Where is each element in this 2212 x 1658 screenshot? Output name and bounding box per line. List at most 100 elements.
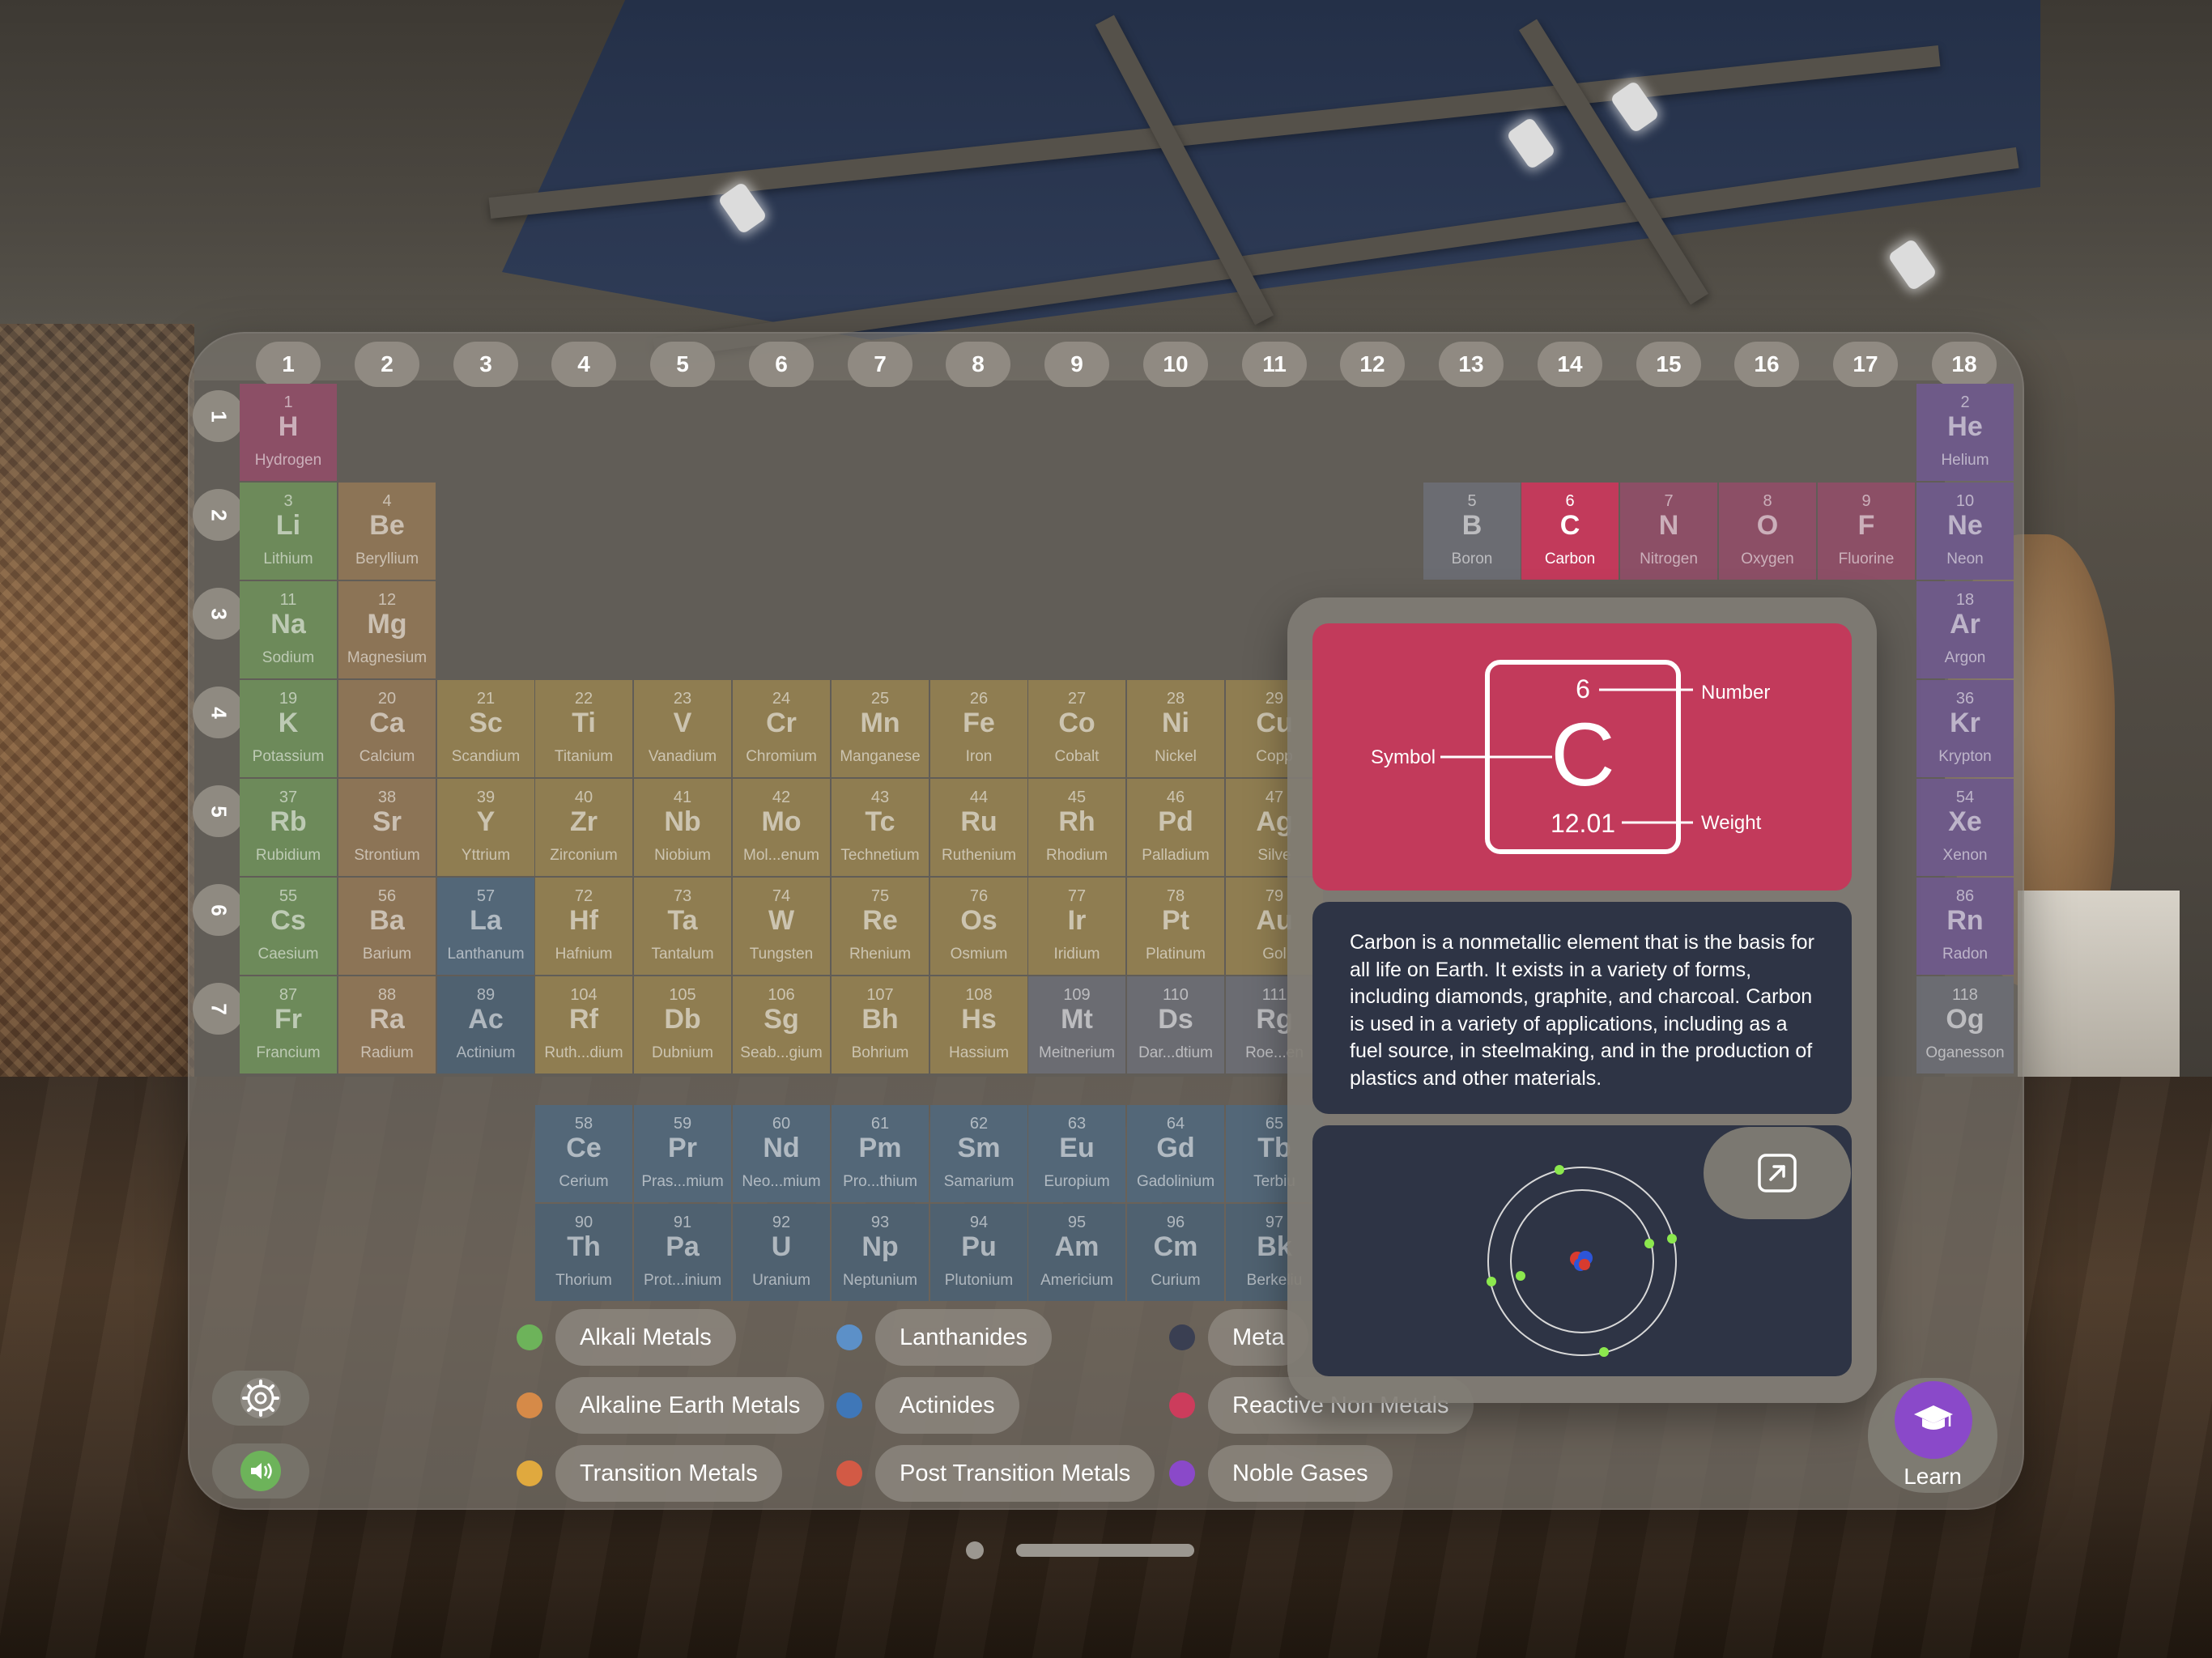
element-cell-bohrium[interactable]: 107 Bh Bohrium xyxy=(832,976,929,1073)
element-cell-krypton[interactable]: 36 Kr Krypton xyxy=(1916,680,2014,777)
element-cell-curium[interactable]: 96 Cm Curium xyxy=(1127,1204,1224,1301)
element-cell-molenum[interactable]: 42 Mo Mol...enum xyxy=(733,779,830,876)
element-cell-titanium[interactable]: 22 Ti Titanium xyxy=(535,680,632,777)
element-cell-lithium[interactable]: 3 Li Lithium xyxy=(240,483,337,580)
period-pill[interactable]: 5 xyxy=(193,785,245,837)
settings-button[interactable] xyxy=(212,1371,309,1426)
element-cell-potassium[interactable]: 19 K Potassium xyxy=(240,680,337,777)
element-cell-nitrogen[interactable]: 7 N Nitrogen xyxy=(1620,483,1717,580)
element-cell-magnesium[interactable]: 12 Mg Magnesium xyxy=(338,581,436,678)
element-cell-francium[interactable]: 87 Fr Francium xyxy=(240,976,337,1073)
element-cell-barium[interactable]: 56 Ba Barium xyxy=(338,878,436,975)
group-pill[interactable]: 9 xyxy=(1044,342,1109,387)
group-pill[interactable]: 16 xyxy=(1734,342,1799,387)
legend-post-transition-metals[interactable]: Post Transition Metals xyxy=(875,1445,1155,1502)
element-cell-palladium[interactable]: 46 Pd Palladium xyxy=(1127,779,1224,876)
group-pill[interactable]: 1 xyxy=(256,342,321,387)
element-cell-dubnium[interactable]: 105 Db Dubnium xyxy=(634,976,731,1073)
element-cell-argon[interactable]: 18 Ar Argon xyxy=(1916,581,2014,678)
element-cell-sodium[interactable]: 11 Na Sodium xyxy=(240,581,337,678)
element-cell-tantalum[interactable]: 73 Ta Tantalum xyxy=(634,878,731,975)
group-pill[interactable]: 4 xyxy=(551,342,616,387)
element-cell-calcium[interactable]: 20 Ca Calcium xyxy=(338,680,436,777)
element-cell-seabgium[interactable]: 106 Sg Seab...gium xyxy=(733,976,830,1073)
element-cell-zirconium[interactable]: 40 Zr Zirconium xyxy=(535,779,632,876)
element-cell-strontium[interactable]: 38 Sr Strontium xyxy=(338,779,436,876)
element-cell-nickel[interactable]: 28 Ni Nickel xyxy=(1127,680,1224,777)
element-cell-yttrium[interactable]: 39 Y Yttrium xyxy=(437,779,534,876)
legend-actinides[interactable]: Actinides xyxy=(875,1377,1019,1434)
element-cell-protinium[interactable]: 91 Pa Prot...inium xyxy=(634,1204,731,1301)
period-pill[interactable]: 6 xyxy=(193,884,245,936)
element-cell-samarium[interactable]: 62 Sm Samarium xyxy=(930,1105,1027,1202)
element-cell-hydrogen[interactable]: 1 H Hydrogen xyxy=(240,384,337,481)
element-cell-boron[interactable]: 5 B Boron xyxy=(1423,483,1521,580)
element-cell-manganese[interactable]: 25 Mn Manganese xyxy=(832,680,929,777)
element-cell-thorium[interactable]: 90 Th Thorium xyxy=(535,1204,632,1301)
element-cell-rubidium[interactable]: 37 Rb Rubidium xyxy=(240,779,337,876)
group-pill[interactable]: 5 xyxy=(650,342,715,387)
element-cell-prothium[interactable]: 61 Pm Pro...thium xyxy=(832,1105,929,1202)
element-cell-helium[interactable]: 2 He Helium xyxy=(1916,384,2014,481)
element-cell-carbon[interactable]: 6 C Carbon xyxy=(1521,483,1619,580)
element-cell-dardtium[interactable]: 110 Ds Dar...dtium xyxy=(1127,976,1224,1073)
element-cell-caesium[interactable]: 55 Cs Caesium xyxy=(240,878,337,975)
element-cell-actinium[interactable]: 89 Ac Actinium xyxy=(437,976,534,1073)
period-pill[interactable]: 3 xyxy=(193,588,245,640)
element-cell-iron[interactable]: 26 Fe Iron xyxy=(930,680,1027,777)
group-pill[interactable]: 13 xyxy=(1439,342,1504,387)
element-cell-chromium[interactable]: 24 Cr Chromium xyxy=(733,680,830,777)
element-cell-plutonium[interactable]: 94 Pu Plutonium xyxy=(930,1204,1027,1301)
element-cell-rhodium[interactable]: 45 Rh Rhodium xyxy=(1028,779,1125,876)
element-cell-hassium[interactable]: 108 Hs Hassium xyxy=(930,976,1027,1073)
period-pill[interactable]: 1 xyxy=(193,390,245,442)
group-pill[interactable]: 8 xyxy=(946,342,1010,387)
sound-toggle-button[interactable] xyxy=(212,1443,309,1499)
element-cell-europium[interactable]: 63 Eu Europium xyxy=(1028,1105,1125,1202)
element-cell-cobalt[interactable]: 27 Co Cobalt xyxy=(1028,680,1125,777)
element-cell-osmium[interactable]: 76 Os Osmium xyxy=(930,878,1027,975)
element-cell-neomium[interactable]: 60 Nd Neo...mium xyxy=(733,1105,830,1202)
group-pill[interactable]: 15 xyxy=(1636,342,1701,387)
group-pill[interactable]: 18 xyxy=(1932,342,1997,387)
element-cell-niobium[interactable]: 41 Nb Niobium xyxy=(634,779,731,876)
element-cell-beryllium[interactable]: 4 Be Beryllium xyxy=(338,483,436,580)
element-cell-oganesson[interactable]: 118 Og Oganesson xyxy=(1916,976,2014,1073)
element-cell-lanthanum[interactable]: 57 La Lanthanum xyxy=(437,878,534,975)
group-pill[interactable]: 3 xyxy=(453,342,518,387)
element-cell-meitnerium[interactable]: 109 Mt Meitnerium xyxy=(1028,976,1125,1073)
window-close-dot[interactable] xyxy=(966,1541,984,1559)
legend-transition-metals[interactable]: Transition Metals xyxy=(555,1445,782,1502)
element-cell-gadolinium[interactable]: 64 Gd Gadolinium xyxy=(1127,1105,1224,1202)
learn-icon-circle[interactable] xyxy=(1895,1381,1972,1459)
element-cell-rhenium[interactable]: 75 Re Rhenium xyxy=(832,878,929,975)
group-pill[interactable]: 7 xyxy=(848,342,912,387)
group-pill[interactable]: 14 xyxy=(1538,342,1602,387)
group-pill[interactable]: 11 xyxy=(1242,342,1307,387)
element-cell-tungsten[interactable]: 74 W Tungsten xyxy=(733,878,830,975)
element-cell-fluorine[interactable]: 9 F Fluorine xyxy=(1818,483,1915,580)
element-cell-uranium[interactable]: 92 U Uranium xyxy=(733,1204,830,1301)
legend-noble-gases[interactable]: Noble Gases xyxy=(1208,1445,1393,1502)
group-pill[interactable]: 2 xyxy=(355,342,419,387)
legend-alkaline-earth-metals[interactable]: Alkaline Earth Metals xyxy=(555,1377,825,1434)
group-pill[interactable]: 12 xyxy=(1340,342,1405,387)
element-cell-cerium[interactable]: 58 Ce Cerium xyxy=(535,1105,632,1202)
window-grabber-bar[interactable] xyxy=(1016,1544,1194,1557)
element-cell-radon[interactable]: 86 Rn Radon xyxy=(1916,878,2014,975)
element-cell-prasmium[interactable]: 59 Pr Pras...mium xyxy=(634,1105,731,1202)
legend-lanthanides[interactable]: Lanthanides xyxy=(875,1309,1053,1366)
element-cell-vanadium[interactable]: 23 V Vanadium xyxy=(634,680,731,777)
element-cell-platinum[interactable]: 78 Pt Platinum xyxy=(1127,878,1224,975)
element-cell-technetium[interactable]: 43 Tc Technetium xyxy=(832,779,929,876)
period-pill[interactable]: 4 xyxy=(193,687,245,738)
group-pill[interactable]: 10 xyxy=(1143,342,1208,387)
element-cell-oxygen[interactable]: 8 O Oxygen xyxy=(1719,483,1816,580)
element-cell-xenon[interactable]: 54 Xe Xenon xyxy=(1916,779,2014,876)
period-pill[interactable]: 2 xyxy=(193,489,245,541)
element-cell-ruthenium[interactable]: 44 Ru Ruthenium xyxy=(930,779,1027,876)
period-pill[interactable]: 7 xyxy=(193,983,245,1035)
element-cell-neon[interactable]: 10 Ne Neon xyxy=(1916,483,2014,580)
group-pill[interactable]: 17 xyxy=(1833,342,1898,387)
element-cell-iridium[interactable]: 77 Ir Iridium xyxy=(1028,878,1125,975)
